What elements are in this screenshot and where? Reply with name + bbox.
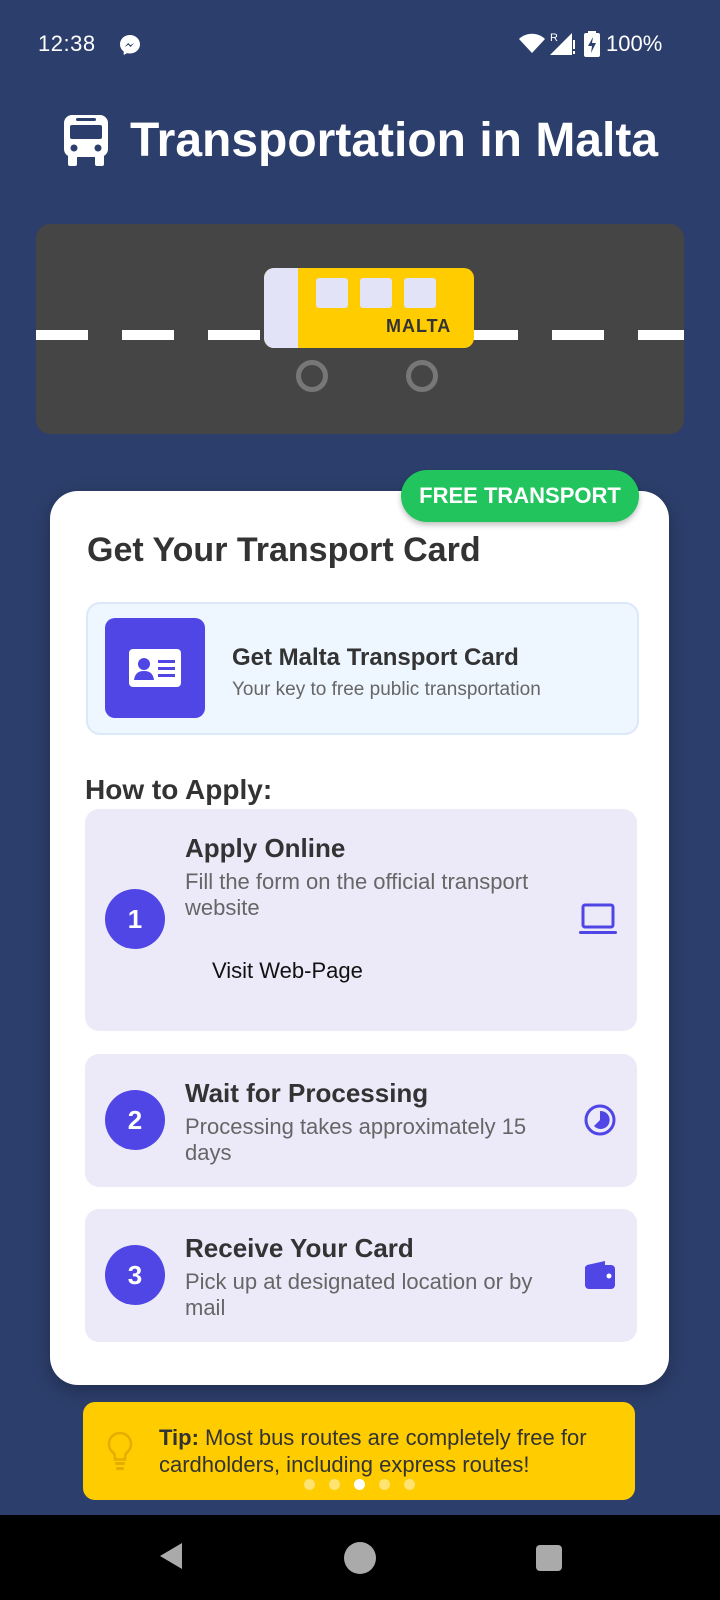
road-marking <box>638 330 684 340</box>
bus-illustration: MALTA <box>36 224 684 434</box>
bus-wheel <box>296 360 328 392</box>
bus-wheel <box>406 360 438 392</box>
id-card-icon <box>105 618 205 718</box>
step-description: Processing takes approximately 15 days <box>185 1114 527 1165</box>
bus-window <box>316 278 348 308</box>
page-dot-active[interactable] <box>354 1479 365 1490</box>
step-receive-card: 3 Receive Your Card Pick up at designate… <box>85 1209 637 1342</box>
bus-front <box>264 268 298 348</box>
step-wait-processing: 2 Wait for Processing Processing takes a… <box>85 1054 637 1187</box>
bus-icon <box>63 115 108 166</box>
lightbulb-icon <box>107 1431 133 1470</box>
step-description: Pick up at designated location or by mai… <box>185 1269 533 1320</box>
signal-icon: R <box>550 32 575 55</box>
tip-body: Most bus routes are completely free for … <box>159 1425 587 1477</box>
tip-label: Tip: <box>159 1425 199 1450</box>
step-number: 2 <box>105 1090 165 1150</box>
messenger-icon <box>120 35 140 55</box>
battery-icon <box>584 31 600 57</box>
get-transport-card-banner[interactable]: Get Malta Transport Card Your key to fre… <box>86 602 639 735</box>
system-navigation-bar <box>0 1515 720 1600</box>
status-bar: 12:38 R 100% <box>0 0 720 88</box>
page-dot[interactable] <box>329 1479 340 1490</box>
transport-card-panel: Get Your Transport Card Get Malta Transp… <box>50 491 669 1385</box>
status-time: 12:38 <box>38 31 96 56</box>
step-title: Receive Your Card <box>185 1233 414 1263</box>
visit-web-page-link[interactable]: Visit Web-Page <box>212 958 363 984</box>
app-header: Transportation in Malta <box>0 110 720 170</box>
road-marking <box>36 330 88 340</box>
wifi-icon <box>519 33 545 53</box>
bus-graphic: MALTA <box>264 268 474 348</box>
road-marking <box>122 330 174 340</box>
laptop-icon <box>579 903 617 934</box>
page-dot[interactable] <box>379 1479 390 1490</box>
step-number: 3 <box>105 1245 165 1305</box>
tip-text: Tip: Most bus routes are completely free… <box>159 1424 619 1478</box>
how-to-apply-heading: How to Apply: <box>85 774 273 805</box>
clock-icon <box>584 1104 616 1136</box>
page-dot[interactable] <box>404 1479 415 1490</box>
back-icon[interactable] <box>158 1541 184 1571</box>
home-icon[interactable] <box>344 1542 376 1574</box>
bus-window <box>360 278 392 308</box>
battery-percentage: 100% <box>606 31 663 56</box>
recent-apps-icon[interactable] <box>536 1545 562 1571</box>
step-number: 1 <box>105 889 165 949</box>
page-dot[interactable] <box>304 1479 315 1490</box>
transport-card-subtitle: Your key to free public transportation <box>232 679 541 700</box>
step-title: Apply Online <box>185 833 346 863</box>
free-transport-badge: FREE TRANSPORT <box>401 470 639 522</box>
road-marking <box>552 330 604 340</box>
svg-text:R: R <box>550 32 558 44</box>
step-title: Wait for Processing <box>185 1078 429 1108</box>
bus-label: MALTA <box>386 316 452 336</box>
pagination-dots <box>304 1479 415 1490</box>
card-title: Get Your Transport Card <box>87 531 481 569</box>
step-description: Fill the form on the official transport … <box>185 869 529 920</box>
wallet-icon <box>585 1261 615 1289</box>
bus-window <box>404 278 436 308</box>
transport-card-title: Get Malta Transport Card <box>232 644 519 671</box>
page-title: Transportation in Malta <box>129 113 659 167</box>
road-marking <box>208 330 260 340</box>
step-apply-online: 1 Apply Online Fill the form on the offi… <box>85 809 637 1031</box>
